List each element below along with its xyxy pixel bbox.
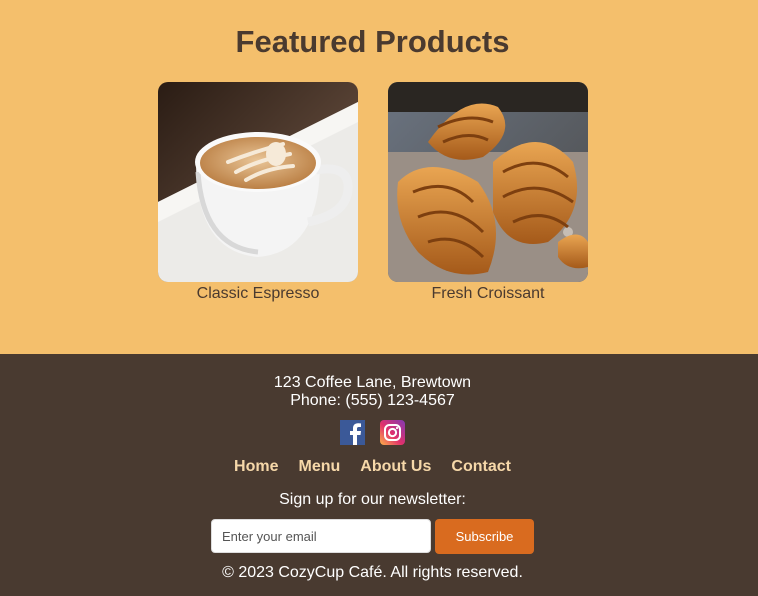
copyright: © 2023 CozyCup Café. All rights reserved… [222,564,523,581]
espresso-image [158,82,358,282]
croissant-image [388,82,588,282]
site-footer: 123 Coffee Lane, Brewtown Phone: (555) 1… [0,354,758,596]
featured-title: Featured Products [235,24,510,59]
instagram-icon[interactable] [380,420,405,445]
social-links [340,420,405,445]
facebook-icon[interactable] [340,420,365,445]
featured-section: Featured Products Classic Espresso Fresh… [0,0,758,354]
address: 123 Coffee Lane, Brewtown [273,374,472,391]
footer-nav: Home Menu About Us Contact [0,458,745,476]
nav-about-us[interactable]: About Us [360,458,431,476]
subscribe-button[interactable]: Subscribe [435,519,534,554]
nav-contact[interactable]: Contact [451,458,511,476]
product-card[interactable]: Classic Espresso [158,82,358,302]
phone: Phone: (555) 123-4567 [290,392,455,409]
nav-home[interactable]: Home [234,458,278,476]
contact-info: 123 Coffee Lane, Brewtown Phone: (555) 1… [0,374,745,410]
product-name: Classic Espresso [196,285,320,302]
email-input[interactable] [211,519,431,553]
product-card[interactable]: Fresh Croissant [388,82,588,302]
product-name: Fresh Croissant [431,285,545,302]
newsletter-label: Sign up for our newsletter: [279,491,466,508]
nav-menu[interactable]: Menu [299,458,341,476]
